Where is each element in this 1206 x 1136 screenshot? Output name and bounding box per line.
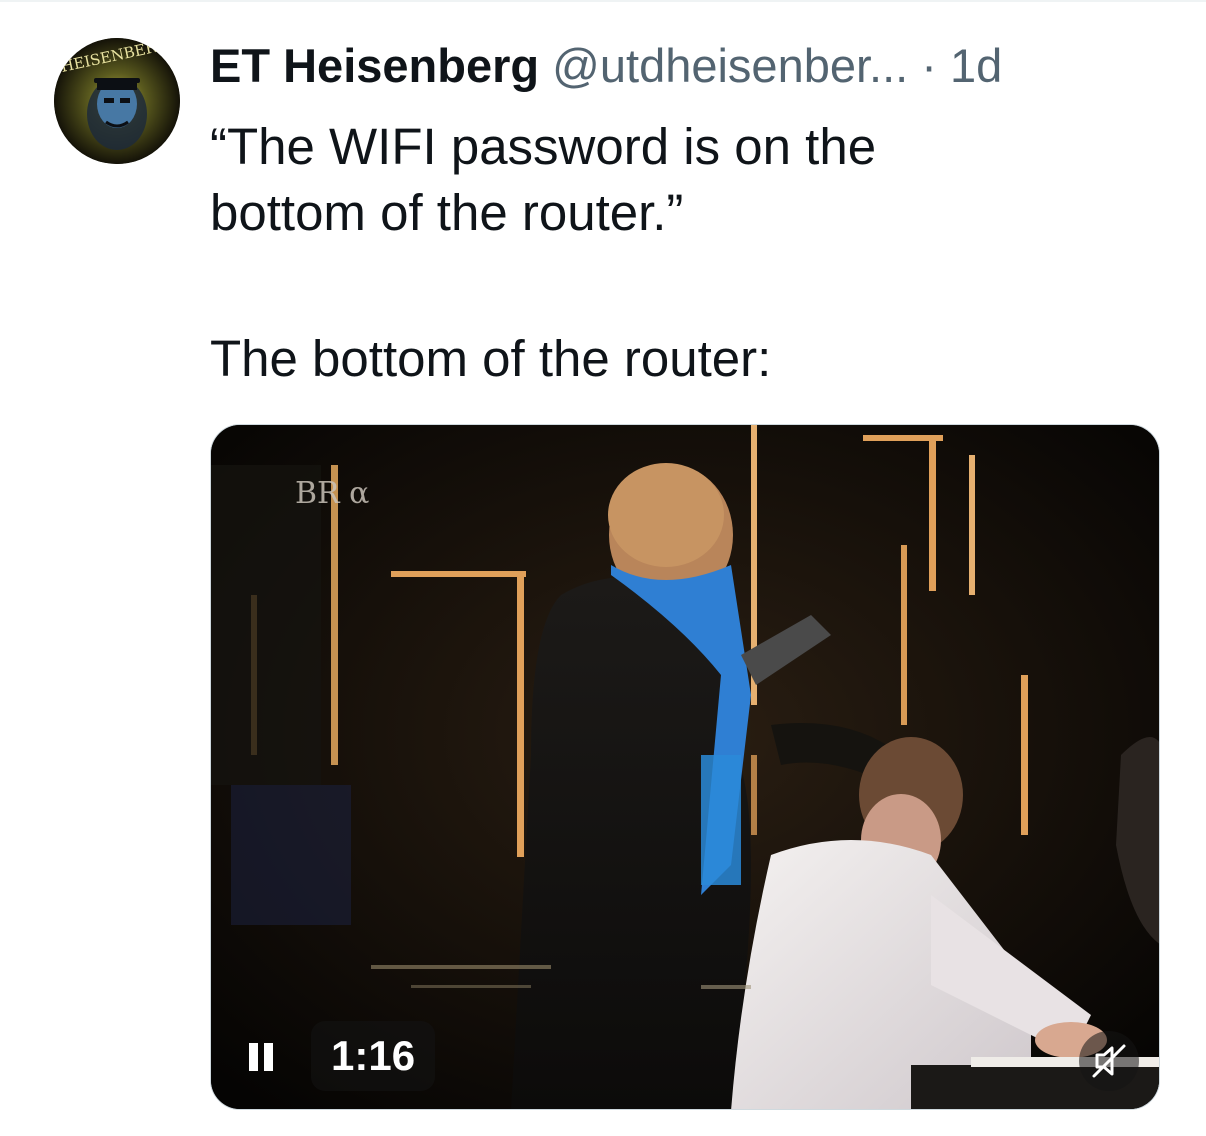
tweet-header: ET Heisenberg @utdheisenber... · 1d — [210, 38, 1002, 94]
tweet-text-line: bottom of the router.” — [210, 184, 684, 241]
author-display-name[interactable]: ET Heisenberg — [210, 39, 539, 92]
channel-logo: BR α — [295, 476, 369, 511]
video-duration: 1:16 — [311, 1021, 436, 1091]
mute-button[interactable] — [1079, 1031, 1139, 1091]
speaker-muted-icon — [1092, 1044, 1126, 1078]
pause-button[interactable] — [241, 1037, 281, 1077]
top-divider — [0, 0, 1206, 2]
video-player[interactable]: BR α 1:16 — [210, 424, 1160, 1110]
separator-dot: · — [921, 39, 937, 92]
tweet-timestamp[interactable]: 1d — [950, 39, 1002, 92]
author-avatar[interactable]: HEISENBERG — [54, 38, 180, 164]
tweet-text-line: “The WIFI password is on the — [210, 118, 877, 175]
video-frame: BR α — [211, 425, 1159, 1109]
tweet-text: “The WIFI password is on the bottom of t… — [210, 114, 1110, 392]
avatar-image: HEISENBERG — [54, 38, 180, 164]
pause-icon — [249, 1043, 258, 1071]
tweet-text-line: The bottom of the router: — [210, 330, 772, 387]
author-handle[interactable]: @utdheisenber... — [552, 39, 908, 92]
